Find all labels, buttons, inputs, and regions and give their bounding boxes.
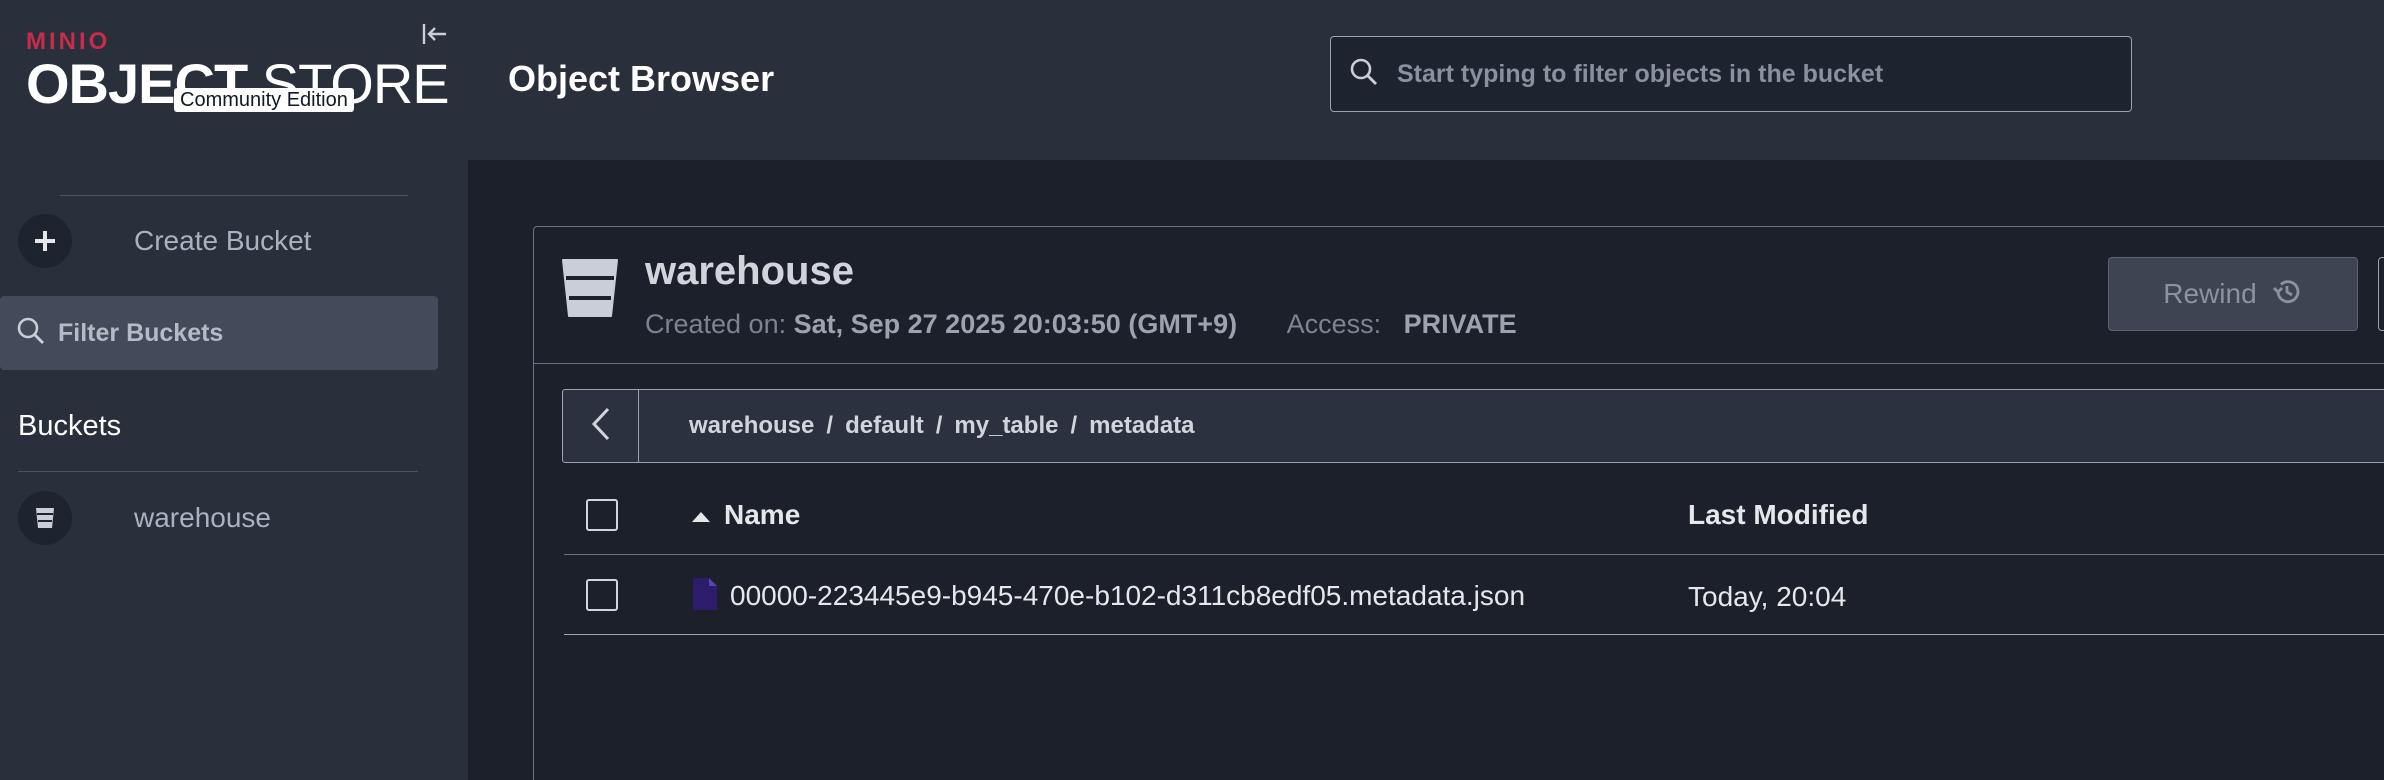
history-icon bbox=[2271, 276, 2303, 312]
breadcrumb-item-warehouse[interactable]: warehouse bbox=[689, 412, 814, 439]
created-label: Created on: bbox=[645, 309, 787, 339]
bucket-header: warehouse Created on: Sat, Sep 27 2025 2… bbox=[534, 227, 2384, 364]
filter-buckets-input[interactable]: Filter Buckets bbox=[0, 296, 438, 370]
collapse-sidebar-icon[interactable] bbox=[420, 20, 448, 48]
breadcrumb-item-my-table[interactable]: my_table bbox=[954, 412, 1058, 439]
sidebar-divider bbox=[60, 195, 408, 196]
create-bucket-label: Create Bucket bbox=[134, 225, 312, 256]
sidebar-item-label: warehouse bbox=[134, 502, 271, 533]
bucket-icon bbox=[18, 491, 72, 545]
buckets-heading: Buckets bbox=[18, 410, 122, 442]
file-name: 00000-223445e9-b945-470e-b102-d311cb8edf… bbox=[730, 580, 1526, 611]
column-header-name[interactable]: Name bbox=[690, 499, 800, 531]
search-icon bbox=[1349, 57, 1379, 91]
rewind-label: Rewind bbox=[2163, 278, 2257, 309]
more-actions-button[interactable] bbox=[2378, 257, 2384, 331]
row-checkbox[interactable] bbox=[586, 579, 618, 611]
create-bucket-button[interactable]: Create Bucket bbox=[18, 212, 438, 270]
object-search-input[interactable] bbox=[1397, 59, 2097, 89]
table-row[interactable]: 00000-223445e9-b945-470e-b102-d311cb8edf… bbox=[564, 555, 2384, 635]
column-header-last-modified[interactable]: Last Modified bbox=[1688, 499, 1868, 531]
object-search-box[interactable] bbox=[1330, 36, 2132, 112]
bucket-panel: warehouse Created on: Sat, Sep 27 2025 2… bbox=[533, 226, 2384, 780]
column-header-name-label: Name bbox=[724, 499, 801, 530]
breadcrumb-item-default[interactable]: default bbox=[845, 412, 924, 439]
plus-icon bbox=[18, 214, 72, 268]
access-label: Access: bbox=[1286, 309, 1382, 339]
access-value: PRIVATE bbox=[1403, 309, 1517, 339]
page-title: Object Browser bbox=[508, 58, 775, 99]
logo-brand: MINIO bbox=[26, 28, 111, 55]
chevron-left-icon bbox=[589, 406, 613, 446]
file-name-cell: 00000-223445e9-b945-470e-b102-d311cb8edf… bbox=[692, 577, 1525, 615]
bucket-meta: Created on: Sat, Sep 27 2025 20:03:50 (G… bbox=[645, 309, 1517, 340]
breadcrumb-item-metadata[interactable]: metadata bbox=[1089, 412, 1194, 439]
search-icon bbox=[16, 316, 46, 350]
top-header: Object Browser bbox=[468, 0, 2384, 160]
breadcrumb: warehouse / default / my_table / metadata bbox=[562, 389, 2384, 463]
sidebar: MINIO OBJECT STORE Community Edition Cre… bbox=[0, 0, 468, 780]
edition-badge: Community Edition bbox=[174, 88, 354, 112]
breadcrumb-path: warehouse / default / my_table / metadata bbox=[689, 412, 1195, 439]
last-modified-cell: Today, 20:04 bbox=[1688, 581, 1847, 612]
back-button[interactable] bbox=[563, 390, 639, 462]
filter-buckets-placeholder: Filter Buckets bbox=[58, 318, 224, 347]
rewind-button[interactable]: Rewind bbox=[2108, 257, 2358, 331]
sort-ascending-icon bbox=[690, 499, 712, 531]
created-value: Sat, Sep 27 2025 20:03:50 (GMT+9) bbox=[793, 309, 1238, 339]
table-header: Name Last Modified bbox=[564, 475, 2384, 555]
sidebar-item-warehouse[interactable]: warehouse bbox=[18, 490, 438, 546]
buckets-divider bbox=[18, 471, 418, 472]
file-icon bbox=[692, 577, 718, 615]
select-all-checkbox[interactable] bbox=[586, 499, 618, 531]
bucket-large-icon bbox=[560, 257, 620, 323]
bucket-name: warehouse bbox=[645, 249, 854, 293]
